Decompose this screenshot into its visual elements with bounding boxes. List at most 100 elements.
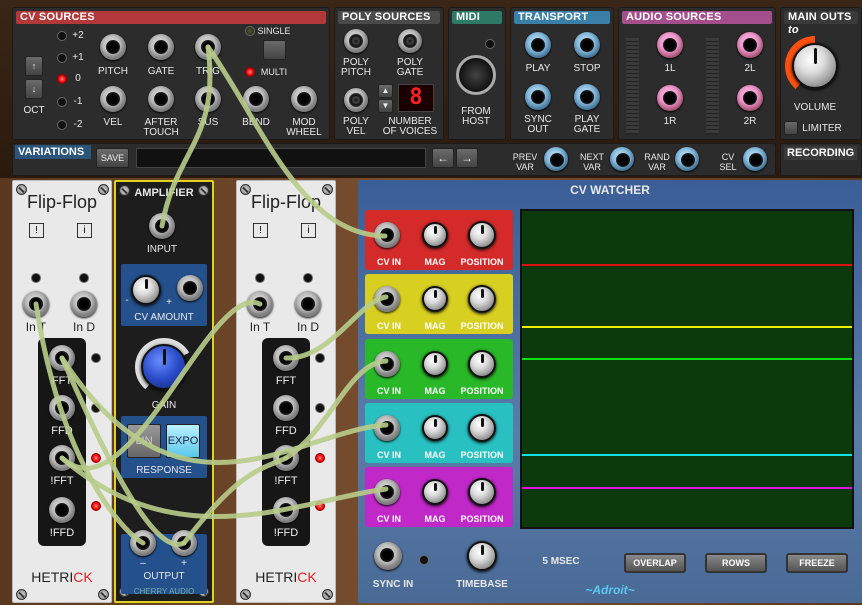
- screw: [119, 185, 130, 196]
- audio-1l-jack[interactable]: [657, 32, 683, 58]
- flipflop1-warning-icon[interactable]: !: [29, 223, 44, 238]
- play-gate-jack[interactable]: [574, 84, 600, 110]
- audio-2r-jack[interactable]: [737, 85, 763, 111]
- mag-knob[interactable]: [422, 415, 448, 441]
- sync-in-jack[interactable]: [374, 542, 402, 570]
- flipflop1-nffd-jack[interactable]: [49, 497, 75, 523]
- trig-jack[interactable]: [195, 34, 221, 60]
- flipflop2-info-icon[interactable]: i: [301, 223, 316, 238]
- position-knob[interactable]: [468, 350, 496, 378]
- flipflop2-nffd-label: !FFD: [273, 527, 299, 539]
- flipflop2-in-d-label: In D: [296, 320, 320, 334]
- variation-name-field[interactable]: [136, 148, 426, 168]
- limiter-toggle[interactable]: [784, 121, 798, 135]
- lin-button[interactable]: LIN: [127, 424, 161, 458]
- midi-led: [485, 39, 495, 49]
- flipflop1-ffd-jack[interactable]: [49, 395, 75, 421]
- flipflop1-in-t-jack[interactable]: [23, 291, 49, 317]
- cv-in-label: CV IN: [376, 321, 402, 331]
- mag-knob[interactable]: [422, 286, 448, 312]
- sync-out-jack[interactable]: [525, 84, 551, 110]
- volume-knob[interactable]: [792, 43, 838, 89]
- vel-label: VEL: [103, 117, 123, 128]
- poly-gate-jack[interactable]: [398, 29, 422, 53]
- flipflop1-nfft-jack[interactable]: [49, 445, 75, 471]
- oct-down-button[interactable]: ↓: [25, 79, 43, 99]
- position-knob[interactable]: [468, 478, 496, 506]
- aftertouch-jack[interactable]: [148, 86, 174, 112]
- flipflop2-brand-b: CK: [297, 569, 317, 585]
- flipflop1-fft-jack[interactable]: [49, 345, 75, 371]
- oct-up-button[interactable]: ↑: [25, 56, 43, 76]
- cv-in-jack[interactable]: [374, 286, 400, 312]
- mag-knob[interactable]: [422, 351, 448, 377]
- freeze-button[interactable]: FREEZE: [786, 553, 848, 573]
- oct-led-plus2[interactable]: [57, 31, 67, 41]
- flipflop2-in-t-jack[interactable]: [247, 291, 273, 317]
- response-label: RESPONSE: [136, 465, 192, 476]
- flipflop1-in-d-jack[interactable]: [71, 291, 97, 317]
- timebase-knob[interactable]: [467, 541, 497, 571]
- poly-pitch-jack[interactable]: [344, 29, 368, 53]
- single-multi-toggle[interactable]: [263, 40, 286, 60]
- multi-label: MULTI: [260, 67, 288, 77]
- position-knob[interactable]: [468, 414, 496, 442]
- cv-amount-knob[interactable]: [131, 275, 161, 305]
- mag-knob[interactable]: [422, 479, 448, 505]
- output-minus-jack[interactable]: [130, 530, 156, 556]
- audio-meter-left: [626, 38, 639, 134]
- next-variation-arrow-button[interactable]: →: [456, 148, 478, 168]
- prev-var-jack[interactable]: [544, 147, 568, 171]
- flipflop2-in-d-jack[interactable]: [295, 291, 321, 317]
- pitch-jack[interactable]: [100, 34, 126, 60]
- oct-led-plus1[interactable]: [57, 53, 67, 63]
- next-var-jack[interactable]: [610, 147, 634, 171]
- modwheel-jack[interactable]: [291, 86, 317, 112]
- flipflop1-ffd-label: FFD: [51, 425, 73, 437]
- flipflop2-ffd-jack[interactable]: [273, 395, 299, 421]
- save-button[interactable]: SAVE: [96, 148, 129, 168]
- flipflop2-fft-jack[interactable]: [273, 345, 299, 371]
- expo-button[interactable]: EXPO: [166, 424, 200, 458]
- prev-variation-arrow-button[interactable]: ←: [432, 148, 454, 168]
- audio-1r-jack[interactable]: [657, 85, 683, 111]
- cv-in-jack[interactable]: [374, 351, 400, 377]
- position-knob[interactable]: [468, 221, 496, 249]
- vel-jack[interactable]: [100, 86, 126, 112]
- overlap-button[interactable]: OVERLAP: [624, 553, 686, 573]
- amplifier-input-jack[interactable]: [149, 213, 175, 239]
- mag-knob[interactable]: [422, 222, 448, 248]
- output-plus-jack[interactable]: [171, 530, 197, 556]
- gate-jack[interactable]: [148, 34, 174, 60]
- flipflop1-info-icon[interactable]: i: [77, 223, 92, 238]
- oct-led-zero[interactable]: [57, 74, 67, 84]
- cv-amount-jack[interactable]: [177, 275, 203, 301]
- rand-var-jack[interactable]: [675, 147, 699, 171]
- bend-jack[interactable]: [243, 86, 269, 112]
- flipflop2-warning-icon[interactable]: !: [253, 223, 268, 238]
- cv-in-label: CV IN: [376, 386, 402, 396]
- audio-2l-jack[interactable]: [737, 32, 763, 58]
- poly-vel-jack[interactable]: [344, 88, 368, 112]
- cv-in-label: CV IN: [376, 257, 402, 267]
- cv-sel-jack[interactable]: [743, 147, 767, 171]
- gain-knob[interactable]: [141, 344, 187, 390]
- cv-in-jack[interactable]: [374, 415, 400, 441]
- cv-in-jack[interactable]: [374, 222, 400, 248]
- sus-jack[interactable]: [195, 86, 221, 112]
- position-knob[interactable]: [468, 285, 496, 313]
- flipflop1-nfft-led: [91, 453, 101, 463]
- cv-watcher-row: CV IN MAG POSITION: [365, 210, 513, 270]
- flipflop2-in-t-label: In T: [249, 320, 271, 334]
- voices-up-button[interactable]: ▲: [378, 84, 393, 98]
- voices-down-button[interactable]: ▼: [378, 99, 393, 113]
- cv-in-jack[interactable]: [374, 479, 400, 505]
- rows-button[interactable]: ROWS: [705, 553, 767, 573]
- recording-section: RECORDING: [780, 143, 862, 176]
- oct-led-minus1[interactable]: [57, 97, 67, 107]
- flipflop2-nfft-jack[interactable]: [273, 445, 299, 471]
- flipflop2-nffd-jack[interactable]: [273, 497, 299, 523]
- oct-led-minus2[interactable]: [57, 120, 67, 130]
- stop-jack[interactable]: [574, 32, 600, 58]
- play-jack[interactable]: [525, 32, 551, 58]
